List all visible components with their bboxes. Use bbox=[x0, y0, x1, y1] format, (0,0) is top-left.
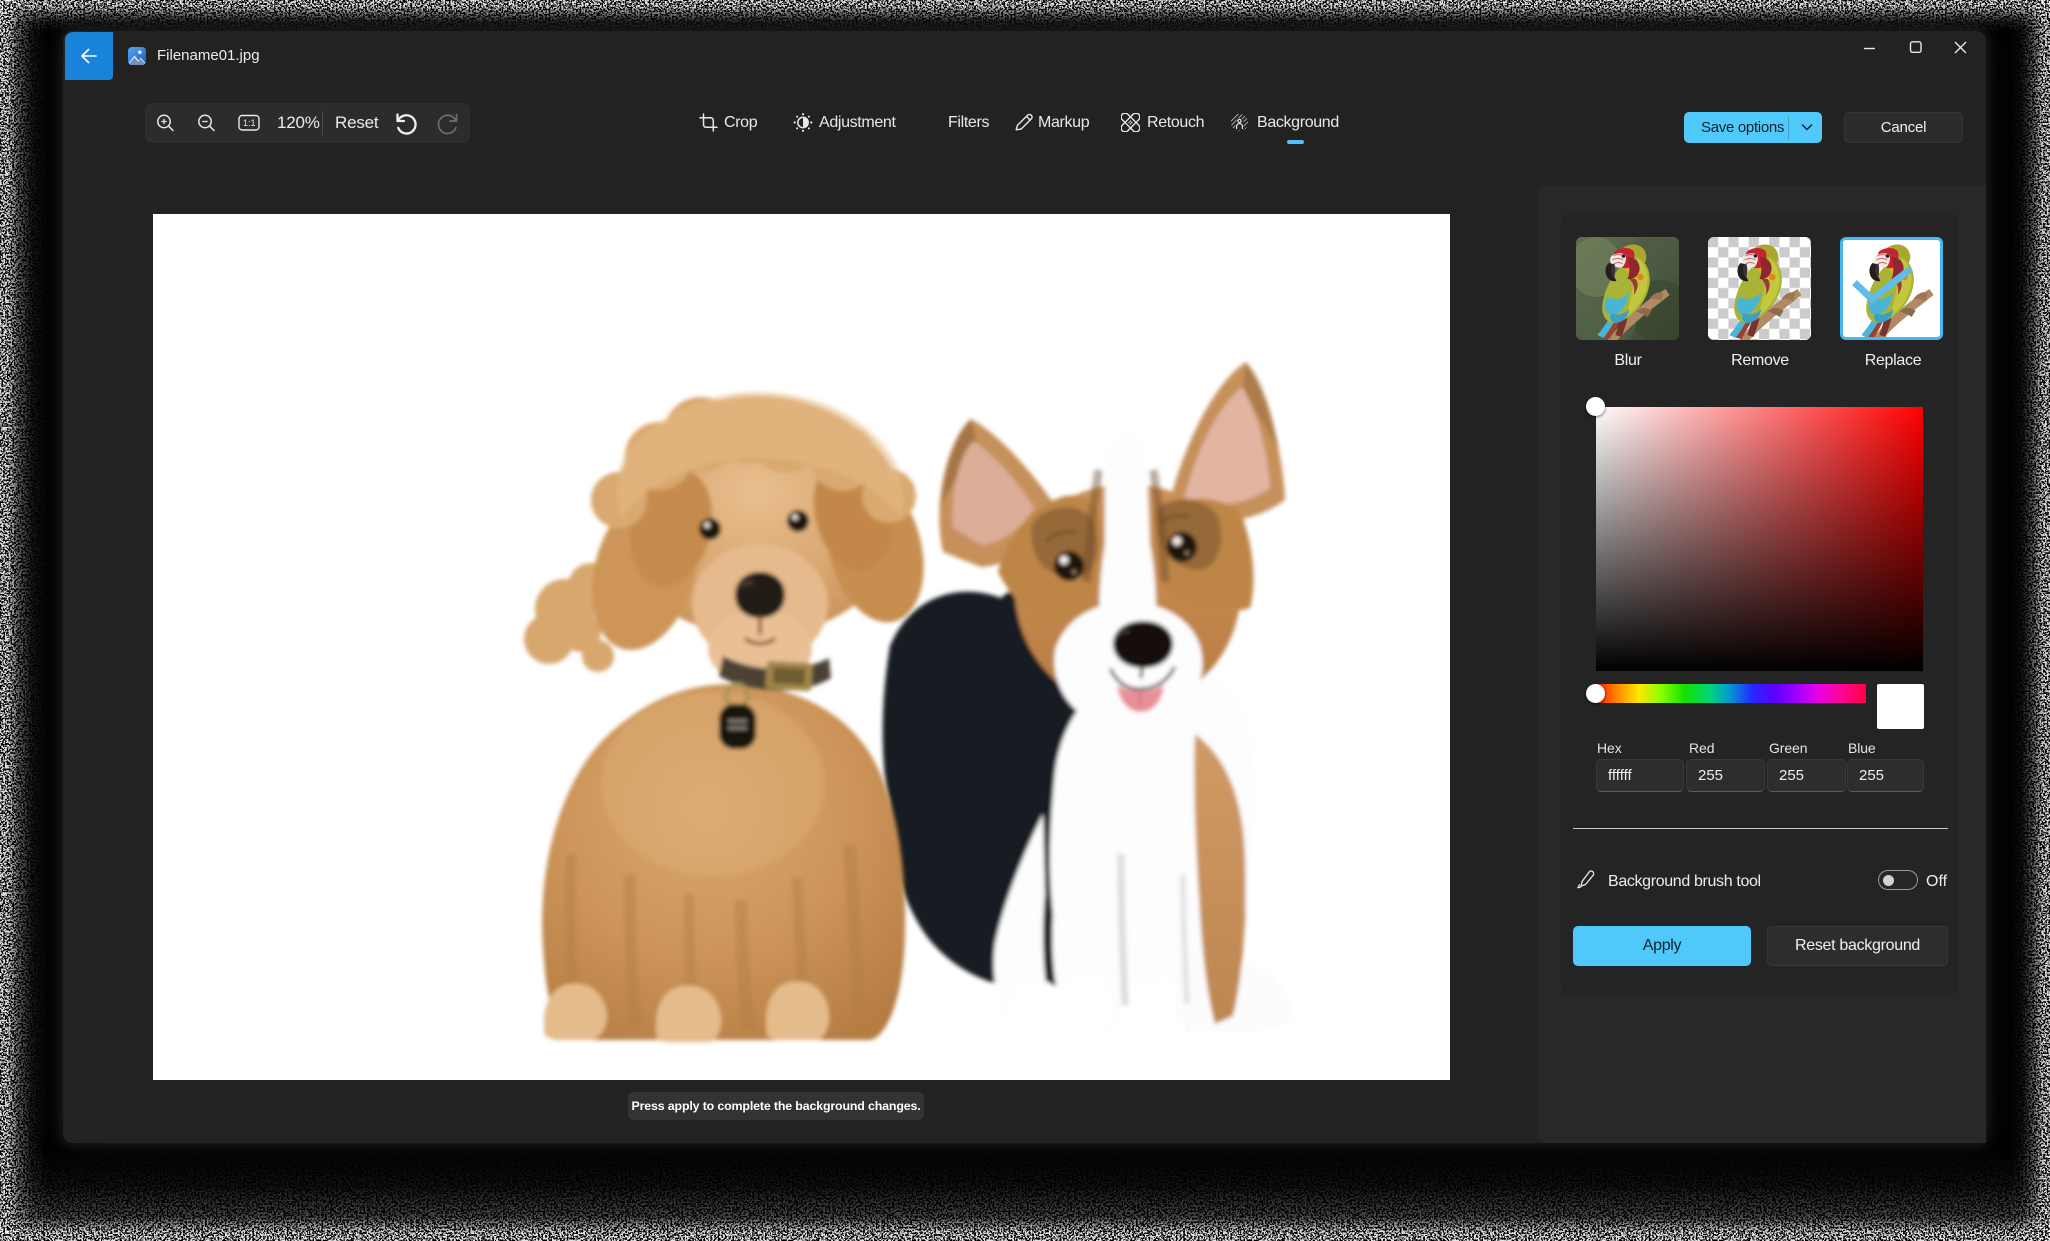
svg-text:1:1: 1:1 bbox=[243, 118, 256, 128]
